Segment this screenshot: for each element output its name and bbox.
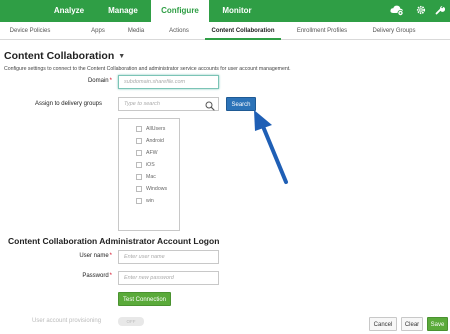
cancel-button[interactable]: Cancel: [369, 317, 397, 331]
tab-apps[interactable]: Apps: [84, 22, 112, 40]
checkbox[interactable]: [136, 162, 142, 168]
sub-nav-bar: Device Policies Apps Media Actions Conte…: [0, 22, 450, 40]
save-button[interactable]: Save: [427, 317, 448, 331]
domain-label: Domain*: [40, 78, 112, 84]
test-connection-button[interactable]: Test Connection: [118, 292, 171, 306]
page-title: Content Collaboration ▼: [4, 50, 125, 62]
chevron-down-icon[interactable]: ▼: [118, 53, 125, 60]
wrench-icon[interactable]: [435, 5, 446, 19]
list-item-label: Mac: [146, 174, 156, 180]
tab-actions[interactable]: Actions: [163, 22, 195, 40]
cloud-settings-icon[interactable]: [390, 4, 404, 20]
delivery-groups-label: Assign to delivery groups: [34, 101, 102, 107]
admin-section-title: Content Collaboration Administrator Acco…: [8, 236, 220, 246]
domain-input[interactable]: subdomain.sharefile.com: [118, 75, 219, 89]
user-provisioning-toggle[interactable]: OFF: [118, 317, 144, 326]
username-label: User name*: [40, 253, 112, 259]
gear-icon[interactable]: [416, 5, 426, 19]
top-nav-bar: Analyze Manage Configure Monitor: [0, 0, 450, 22]
tab-device-policies[interactable]: Device Policies: [0, 22, 60, 40]
topnav-monitor[interactable]: Monitor: [212, 0, 262, 22]
delivery-groups-search-input[interactable]: Type to search: [118, 97, 219, 111]
page-title-text: Content Collaboration: [4, 50, 115, 62]
password-label: Password*: [40, 273, 112, 279]
topnav-analyze[interactable]: Analyze: [44, 0, 94, 22]
checkbox[interactable]: [136, 186, 142, 192]
required-mark: *: [109, 78, 112, 84]
tab-media[interactable]: Media: [122, 22, 150, 40]
required-mark: *: [109, 253, 112, 259]
clear-button[interactable]: Clear: [401, 317, 423, 331]
page-description: Configure settings to connect to the Con…: [4, 66, 291, 72]
password-label-text: Password: [82, 273, 109, 279]
list-item-label: AllUsers: [146, 126, 166, 132]
tab-content-collaboration[interactable]: Content Collaboration: [205, 22, 281, 40]
list-item-label: win: [146, 198, 154, 204]
checkbox[interactable]: [136, 198, 142, 204]
list-item-label: AFW: [146, 150, 158, 156]
list-item-label: iOS: [146, 162, 155, 168]
checkbox[interactable]: [136, 150, 142, 156]
delivery-groups-list[interactable]: AllUsers Android AFW iOS Mac Windows win: [118, 118, 180, 231]
password-input[interactable]: Enter new password: [118, 271, 219, 285]
search-button[interactable]: Search: [226, 97, 256, 111]
tab-delivery-groups[interactable]: Delivery Groups: [364, 22, 424, 40]
tab-enrollment-profiles[interactable]: Enrollment Profiles: [292, 22, 352, 40]
username-label-text: User name: [79, 253, 109, 259]
topnav-configure[interactable]: Configure: [151, 0, 209, 22]
checkbox[interactable]: [136, 138, 142, 144]
topnav-manage[interactable]: Manage: [98, 0, 148, 22]
checkbox[interactable]: [136, 126, 142, 132]
search-icon[interactable]: [205, 98, 215, 111]
checkbox[interactable]: [136, 174, 142, 180]
user-provisioning-label: User account provisioning: [32, 318, 102, 324]
required-mark: *: [109, 273, 112, 279]
list-item-label: Windows: [146, 186, 168, 192]
domain-label-text: Domain: [87, 78, 109, 84]
list-item-label: Android: [146, 138, 164, 144]
username-input[interactable]: Enter user name: [118, 250, 219, 264]
